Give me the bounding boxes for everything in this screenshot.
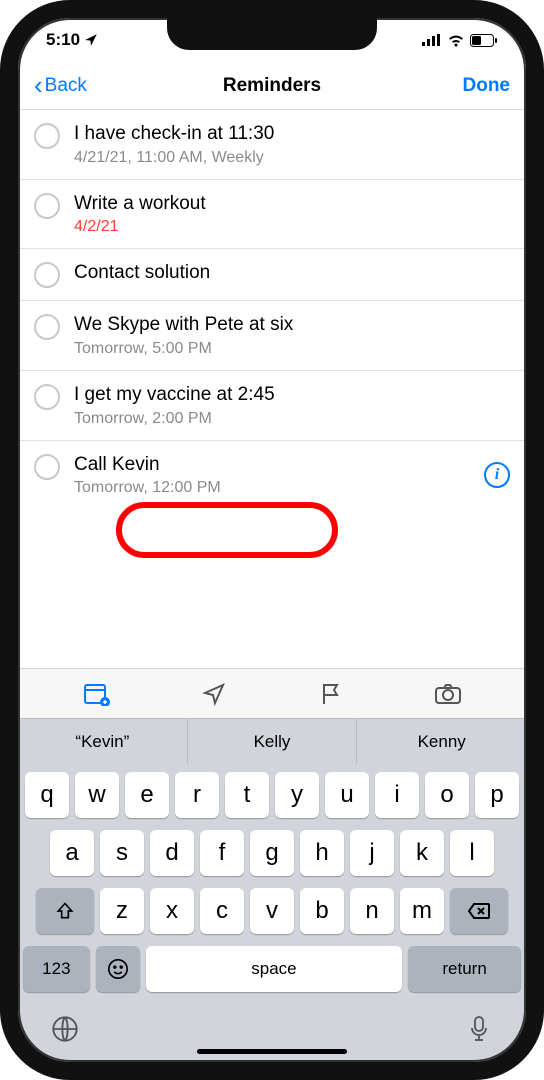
reminder-subtitle: Tomorrow, 2:00 PM	[74, 410, 510, 428]
reminder-title[interactable]: Contact solution	[74, 261, 510, 286]
reminder-subtitle: Tomorrow, 12:00 PM	[74, 479, 474, 497]
camera-icon[interactable]	[434, 682, 462, 706]
home-indicator[interactable]	[197, 1049, 347, 1054]
back-button[interactable]: ‹ Back	[34, 70, 87, 101]
reminder-subtitle: Tomorrow, 5:00 PM	[74, 340, 510, 358]
complete-toggle[interactable]	[34, 454, 60, 480]
key-m[interactable]: m	[400, 888, 444, 934]
numbers-key[interactable]: 123	[23, 946, 90, 992]
wifi-icon	[447, 34, 465, 47]
reminder-subtitle: 4/2/21	[74, 218, 510, 236]
reminder-title[interactable]: Call Kevin	[74, 453, 474, 478]
backspace-key[interactable]	[450, 888, 508, 934]
key-k[interactable]: k	[400, 830, 444, 876]
location-arrow-icon	[84, 33, 98, 47]
key-e[interactable]: e	[125, 772, 169, 818]
space-key[interactable]: space	[146, 946, 402, 992]
key-s[interactable]: s	[100, 830, 144, 876]
chevron-left-icon: ‹	[34, 70, 43, 101]
key-row: 123 space return	[23, 946, 521, 992]
done-button[interactable]: Done	[463, 75, 511, 97]
key-y[interactable]: y	[275, 772, 319, 818]
suggestion[interactable]: Kenny	[356, 719, 526, 764]
reminder-row[interactable]: Write a workout 4/2/21	[18, 180, 526, 250]
reminder-title[interactable]: I get my vaccine at 2:45	[74, 383, 510, 408]
complete-toggle[interactable]	[34, 384, 60, 410]
key-b[interactable]: b	[300, 888, 344, 934]
emoji-icon	[107, 958, 129, 980]
key-q[interactable]: q	[25, 772, 69, 818]
back-label: Back	[45, 75, 87, 97]
dictation-key[interactable]	[465, 1015, 493, 1043]
suggestion[interactable]: “Kevin”	[18, 719, 187, 764]
quick-action-bar	[18, 668, 526, 718]
key-g[interactable]: g	[250, 830, 294, 876]
keyboard: q w e r t y u i o p a s d f g h j k l z	[18, 764, 526, 1062]
status-time: 5:10	[46, 30, 80, 50]
key-r[interactable]: r	[175, 772, 219, 818]
return-key[interactable]: return	[408, 946, 521, 992]
shift-icon	[55, 901, 75, 921]
key-a[interactable]: a	[50, 830, 94, 876]
reminder-title[interactable]: I have check-in at 11:30	[74, 122, 510, 147]
calendar-icon[interactable]	[83, 682, 111, 706]
key-v[interactable]: v	[250, 888, 294, 934]
key-o[interactable]: o	[425, 772, 469, 818]
backspace-icon	[467, 902, 491, 920]
key-j[interactable]: j	[350, 830, 394, 876]
nav-bar: ‹ Back Reminders Done	[18, 62, 526, 110]
key-i[interactable]: i	[375, 772, 419, 818]
mic-icon	[465, 1015, 493, 1043]
key-t[interactable]: t	[225, 772, 269, 818]
suggestion[interactable]: Kelly	[187, 719, 357, 764]
key-x[interactable]: x	[150, 888, 194, 934]
key-c[interactable]: c	[200, 888, 244, 934]
battery-icon	[470, 34, 498, 47]
key-f[interactable]: f	[200, 830, 244, 876]
reminder-subtitle: 4/21/21, 11:00 AM, Weekly	[74, 149, 510, 167]
key-row: a s d f g h j k l	[23, 830, 521, 876]
reminder-row[interactable]: I get my vaccine at 2:45 Tomorrow, 2:00 …	[18, 371, 526, 441]
reminder-row[interactable]: Call Kevin Tomorrow, 12:00 PM i	[18, 441, 526, 510]
reminder-title[interactable]: We Skype with Pete at six	[74, 313, 510, 338]
key-p[interactable]: p	[475, 772, 519, 818]
reminder-row[interactable]: We Skype with Pete at six Tomorrow, 5:00…	[18, 301, 526, 371]
shift-key[interactable]	[36, 888, 94, 934]
reminder-list[interactable]: I have check-in at 11:30 4/21/21, 11:00 …	[18, 110, 526, 668]
suggestion-bar: “Kevin” Kelly Kenny	[18, 718, 526, 764]
key-w[interactable]: w	[75, 772, 119, 818]
key-l[interactable]: l	[450, 830, 494, 876]
complete-toggle[interactable]	[34, 314, 60, 340]
emoji-key[interactable]	[96, 946, 140, 992]
page-title: Reminders	[18, 75, 526, 97]
location-icon[interactable]	[200, 682, 228, 706]
key-row: z x c v b n m	[23, 888, 521, 934]
cellular-icon	[422, 34, 442, 46]
key-z[interactable]: z	[100, 888, 144, 934]
complete-toggle[interactable]	[34, 262, 60, 288]
globe-key[interactable]	[51, 1015, 79, 1043]
key-d[interactable]: d	[150, 830, 194, 876]
reminder-title[interactable]: Write a workout	[74, 192, 510, 217]
complete-toggle[interactable]	[34, 123, 60, 149]
globe-icon	[51, 1015, 79, 1043]
key-h[interactable]: h	[300, 830, 344, 876]
reminder-row[interactable]: I have check-in at 11:30 4/21/21, 11:00 …	[18, 110, 526, 180]
flag-icon[interactable]	[317, 682, 345, 706]
info-button[interactable]: i	[484, 462, 510, 488]
complete-toggle[interactable]	[34, 193, 60, 219]
key-row: q w e r t y u i o p	[23, 772, 521, 818]
key-n[interactable]: n	[350, 888, 394, 934]
reminder-row[interactable]: Contact solution	[18, 249, 526, 301]
keyboard-bottom	[23, 1002, 521, 1056]
key-u[interactable]: u	[325, 772, 369, 818]
